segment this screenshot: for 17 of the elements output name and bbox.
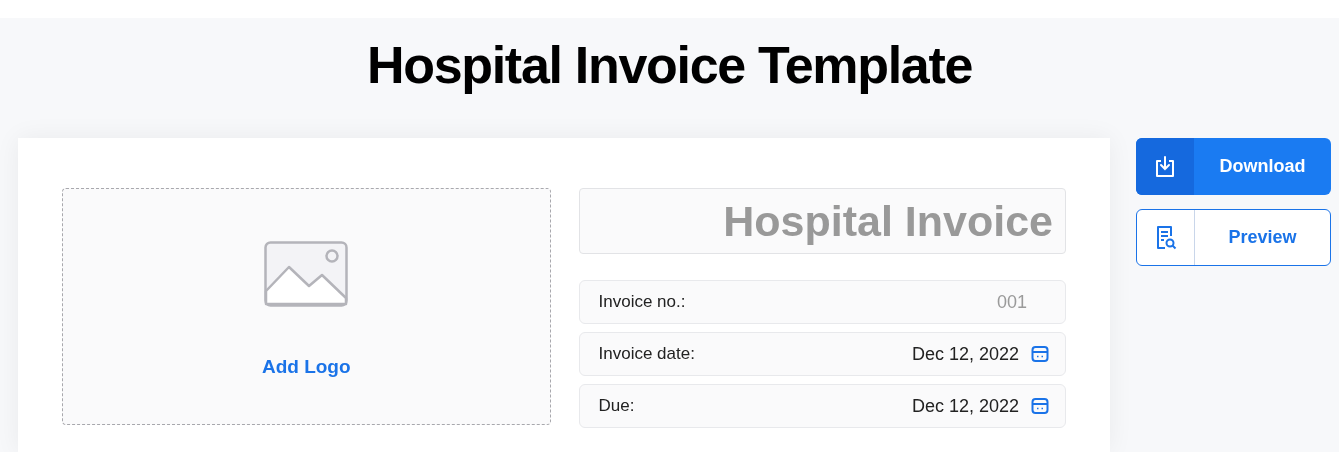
document-search-icon — [1154, 224, 1177, 251]
date-value[interactable]: Dec 12, 2022 — [911, 392, 1019, 420]
calendar-icon[interactable] — [1031, 397, 1049, 415]
download-icon — [1153, 154, 1177, 179]
date-value[interactable]: Dec 12, 2022 — [911, 340, 1019, 368]
page-title: Hospital Invoice Template — [365, 35, 974, 96]
add-logo-link[interactable]: Add Logo — [261, 353, 351, 382]
field-label: Invoice date: — [598, 343, 695, 366]
preview-button[interactable]: Preview — [1136, 209, 1331, 266]
field-label: Due: — [598, 395, 635, 418]
field-label: Invoice no.: — [598, 291, 686, 314]
calendar-icon[interactable] — [1031, 345, 1049, 363]
invoice-title-field[interactable]: Hospital Invoice — [578, 188, 1066, 254]
invoice-number-field[interactable]: 001 — [929, 288, 1049, 316]
download-button[interactable]: Download — [1136, 138, 1331, 195]
image-icon — [264, 241, 349, 307]
logo-upload-area[interactable]: Add Logo — [62, 188, 551, 425]
